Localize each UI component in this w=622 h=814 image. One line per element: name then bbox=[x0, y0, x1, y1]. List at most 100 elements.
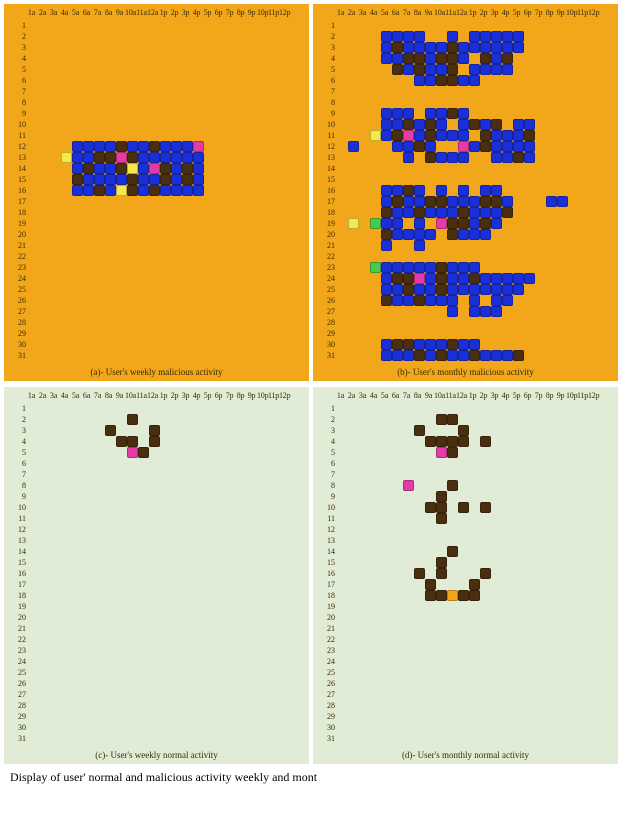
heatmap-row: 16 bbox=[317, 185, 614, 196]
empty-cell bbox=[116, 130, 127, 141]
empty-cell bbox=[226, 53, 237, 64]
activity-cell bbox=[370, 218, 381, 229]
empty-cell bbox=[281, 53, 292, 64]
activity-cell bbox=[447, 339, 458, 350]
empty-cell bbox=[337, 557, 348, 568]
empty-cell bbox=[127, 64, 138, 75]
empty-cell bbox=[348, 284, 359, 295]
empty-cell bbox=[83, 645, 94, 656]
empty-cell bbox=[590, 590, 601, 601]
empty-cell bbox=[105, 623, 116, 634]
empty-cell bbox=[546, 403, 557, 414]
empty-cell bbox=[39, 141, 50, 152]
empty-cell bbox=[491, 590, 502, 601]
heatmap-row: 9 bbox=[8, 491, 305, 502]
activity-cell bbox=[513, 350, 524, 361]
empty-cell bbox=[436, 623, 447, 634]
col-label: 9a bbox=[114, 8, 125, 20]
empty-cell bbox=[469, 711, 480, 722]
empty-cell bbox=[535, 403, 546, 414]
empty-cell bbox=[546, 328, 557, 339]
empty-cell bbox=[28, 306, 39, 317]
empty-cell bbox=[105, 733, 116, 744]
empty-cell bbox=[337, 403, 348, 414]
empty-cell bbox=[579, 513, 590, 524]
empty-cell bbox=[270, 75, 281, 86]
empty-cell bbox=[28, 42, 39, 53]
empty-cell bbox=[348, 634, 359, 645]
empty-cell bbox=[204, 568, 215, 579]
empty-cell bbox=[458, 568, 469, 579]
activity-cell bbox=[502, 273, 513, 284]
activity-cell bbox=[502, 31, 513, 42]
heatmap-row: 5 bbox=[8, 447, 305, 458]
empty-cell bbox=[39, 634, 50, 645]
empty-cell bbox=[524, 612, 535, 623]
empty-cell bbox=[502, 339, 513, 350]
empty-cell bbox=[39, 119, 50, 130]
heatmap-row: 26 bbox=[8, 678, 305, 689]
empty-cell bbox=[502, 458, 513, 469]
row-label: 18 bbox=[317, 208, 337, 217]
empty-cell bbox=[546, 623, 557, 634]
empty-cell bbox=[535, 436, 546, 447]
empty-cell bbox=[237, 339, 248, 350]
empty-cell bbox=[546, 425, 557, 436]
empty-cell bbox=[546, 31, 557, 42]
empty-cell bbox=[39, 196, 50, 207]
activity-cell bbox=[149, 152, 160, 163]
empty-cell bbox=[215, 31, 226, 42]
empty-cell bbox=[502, 20, 513, 31]
empty-cell bbox=[524, 108, 535, 119]
row-label: 3 bbox=[317, 43, 337, 52]
empty-cell bbox=[237, 722, 248, 733]
empty-cell bbox=[568, 579, 579, 590]
empty-cell bbox=[204, 108, 215, 119]
empty-cell bbox=[160, 53, 171, 64]
empty-cell bbox=[480, 557, 491, 568]
empty-cell bbox=[502, 634, 513, 645]
empty-cell bbox=[72, 491, 83, 502]
empty-cell bbox=[83, 612, 94, 623]
empty-cell bbox=[392, 689, 403, 700]
empty-cell bbox=[72, 458, 83, 469]
empty-cell bbox=[50, 185, 61, 196]
empty-cell bbox=[436, 306, 447, 317]
activity-cell bbox=[436, 64, 447, 75]
empty-cell bbox=[237, 645, 248, 656]
empty-cell bbox=[138, 711, 149, 722]
empty-cell bbox=[337, 700, 348, 711]
empty-cell bbox=[171, 634, 182, 645]
empty-cell bbox=[557, 218, 568, 229]
empty-cell bbox=[226, 130, 237, 141]
activity-cell bbox=[403, 196, 414, 207]
empty-cell bbox=[127, 196, 138, 207]
empty-cell bbox=[447, 141, 458, 152]
empty-cell bbox=[337, 295, 348, 306]
activity-cell bbox=[436, 339, 447, 350]
empty-cell bbox=[524, 678, 535, 689]
empty-cell bbox=[469, 174, 480, 185]
empty-cell bbox=[270, 623, 281, 634]
empty-cell bbox=[226, 306, 237, 317]
empty-cell bbox=[116, 86, 127, 97]
empty-cell bbox=[502, 601, 513, 612]
empty-cell bbox=[513, 733, 524, 744]
empty-cell bbox=[204, 447, 215, 458]
empty-cell bbox=[39, 174, 50, 185]
heatmap-row: 28 bbox=[317, 317, 614, 328]
empty-cell bbox=[502, 689, 513, 700]
row-label: 11 bbox=[8, 131, 28, 140]
empty-cell bbox=[105, 31, 116, 42]
empty-cell bbox=[458, 31, 469, 42]
empty-cell bbox=[259, 425, 270, 436]
activity-cell bbox=[436, 295, 447, 306]
empty-cell bbox=[182, 557, 193, 568]
empty-cell bbox=[83, 64, 94, 75]
empty-cell bbox=[590, 328, 601, 339]
empty-cell bbox=[237, 262, 248, 273]
empty-cell bbox=[359, 480, 370, 491]
row-label: 21 bbox=[8, 624, 28, 633]
activity-cell bbox=[425, 42, 436, 53]
empty-cell bbox=[436, 645, 447, 656]
